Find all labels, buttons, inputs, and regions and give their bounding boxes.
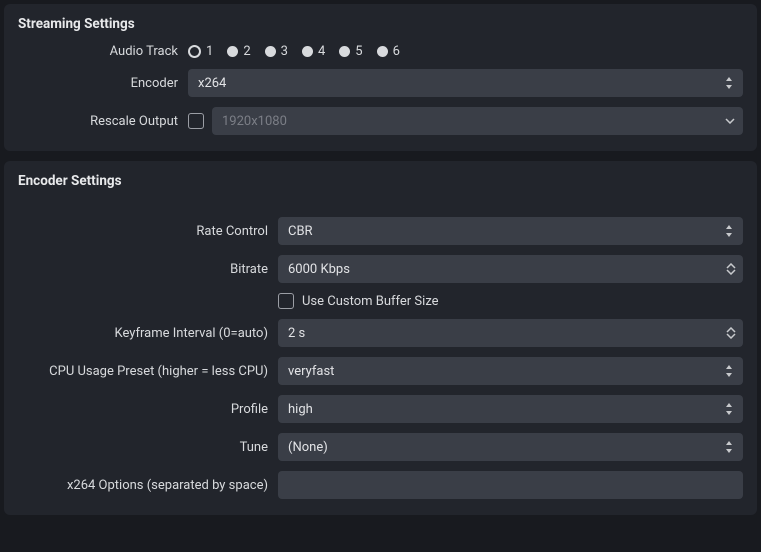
audio-track-radio-1[interactable]: 1 (188, 44, 213, 59)
x264-opts-label: x264 Options (separated by space) (18, 478, 278, 493)
rescale-label: Rescale Output (18, 114, 188, 129)
updown-icon (721, 69, 737, 97)
streaming-title: Streaming Settings (18, 16, 743, 32)
x264-opts-input[interactable] (278, 471, 743, 499)
cpu-preset-select[interactable]: veryfast (278, 357, 743, 385)
profile-select[interactable]: high (278, 395, 743, 423)
cpu-preset-value: veryfast (288, 364, 334, 379)
profile-value: high (288, 402, 313, 417)
updown-icon (721, 433, 737, 461)
rescale-checkbox[interactable] (188, 113, 204, 129)
rescale-placeholder: 1920x1080 (222, 114, 287, 129)
audio-track-label: Audio Track (18, 44, 188, 59)
bitrate-label: Bitrate (18, 262, 278, 277)
audio-track-radio-6[interactable]: 6 (377, 44, 400, 59)
encoder-label: Encoder (18, 76, 188, 91)
audio-track-radio-4[interactable]: 4 (302, 44, 325, 59)
custom-buffer-label: Use Custom Buffer Size (302, 294, 439, 309)
encoder-settings-panel: Encoder Settings Rate Control CBR Bitrat… (4, 161, 757, 515)
tune-select[interactable]: (None) (278, 433, 743, 461)
updown-icon (721, 217, 737, 245)
spin-down-icon[interactable] (726, 269, 736, 275)
bitrate-value: 6000 Kbps (288, 262, 350, 277)
audio-track-radio-3[interactable]: 3 (265, 44, 288, 59)
updown-icon (721, 357, 737, 385)
profile-label: Profile (18, 402, 278, 417)
chevron-down-icon (725, 107, 735, 135)
keyframe-spinbox[interactable]: 2 s (278, 319, 743, 347)
bitrate-spinbox[interactable]: 6000 Kbps (278, 255, 743, 283)
audio-track-radio-2[interactable]: 2 (227, 44, 250, 59)
custom-buffer-checkbox[interactable] (278, 293, 294, 309)
rate-control-label: Rate Control (18, 224, 278, 239)
keyframe-label: Keyframe Interval (0=auto) (18, 326, 278, 341)
keyframe-value: 2 s (288, 326, 305, 341)
spin-down-icon[interactable] (726, 333, 736, 339)
rate-control-value: CBR (288, 224, 313, 239)
tune-value: (None) (288, 440, 328, 455)
tune-label: Tune (18, 440, 278, 455)
rescale-dropdown[interactable]: 1920x1080 (212, 107, 743, 135)
audio-track-radio-group: 1 2 3 4 5 6 (188, 44, 743, 59)
streaming-settings-panel: Streaming Settings Audio Track 1 2 3 4 5… (4, 4, 757, 151)
rate-control-select[interactable]: CBR (278, 217, 743, 245)
encoder-select[interactable]: x264 (188, 69, 743, 97)
updown-icon (721, 395, 737, 423)
cpu-preset-label: CPU Usage Preset (higher = less CPU) (18, 364, 278, 379)
encoder-value: x264 (198, 76, 226, 91)
audio-track-radio-5[interactable]: 5 (339, 44, 362, 59)
encoder-title: Encoder Settings (18, 173, 743, 189)
